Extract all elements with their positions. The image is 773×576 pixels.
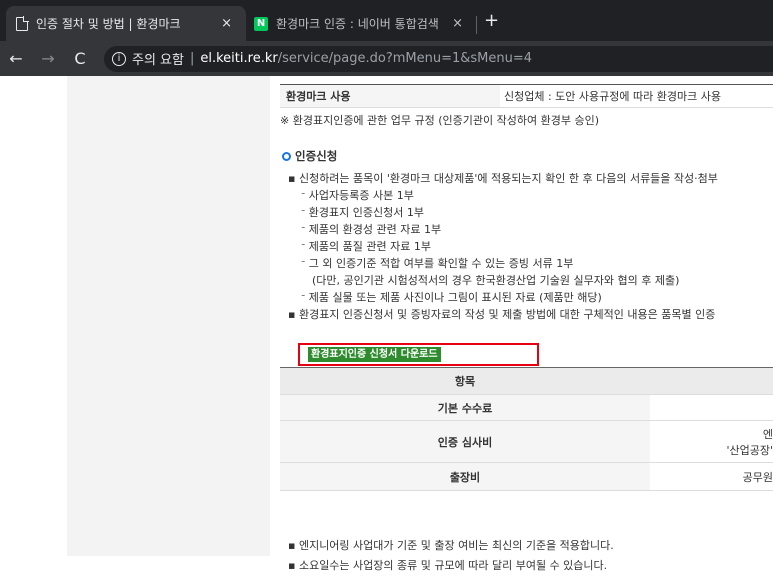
list-item: ᐨ 사업자등록증 사본 1부 bbox=[301, 189, 414, 202]
info-icon[interactable]: i bbox=[112, 51, 126, 66]
usage-row: 환경마크 사용 신청업체 : 도안 사용규정에 따라 환경마크 사용 bbox=[280, 84, 773, 108]
regulation-note: ※ 환경표지인증에 관한 업무 규정 (인증기관이 작성하여 환경부 승인) bbox=[280, 114, 600, 127]
row-value bbox=[650, 395, 773, 420]
left-gutter bbox=[0, 76, 67, 556]
list-item: ᐨ 환경표지 인증신청서 1부 bbox=[301, 206, 424, 219]
security-warning: 주의 요함 bbox=[132, 53, 184, 68]
row-value: 엔 '산업공장' bbox=[650, 421, 773, 462]
list-item: ▪ 신청하려는 품목이 '환경마크 대상제품'에 적용되는지 확인 한 후 다음… bbox=[288, 172, 718, 185]
list-item: ᐨ 그 외 인증기준 적합 여부를 확인할 수 있는 증빙 서류 1부 bbox=[301, 257, 574, 270]
tab-certification-procedure[interactable]: 인증 절차 및 방법 | 환경마크 × bbox=[6, 6, 246, 41]
list-item: ▪ 환경표지 인증신청서 및 증빙자료의 작성 및 제출 방법에 대한 구체적인… bbox=[288, 308, 716, 321]
page-content: 환경마크 사용 신청업체 : 도안 사용규정에 따라 환경마크 사용 ※ 환경표… bbox=[0, 76, 773, 572]
application-steps: ▪ 신청하려는 품목이 '환경마크 대상제품'에 적용되는지 확인 한 후 다음… bbox=[288, 170, 773, 323]
tab-title: 환경마크 인증 : 네이버 통합검색 bbox=[276, 17, 439, 31]
close-tab-icon[interactable]: × bbox=[221, 16, 232, 31]
address-separator: | bbox=[189, 51, 195, 66]
column-header-item: 항목 bbox=[280, 368, 650, 394]
row-value-line: 공무원 bbox=[742, 470, 773, 484]
tab-divider bbox=[476, 16, 477, 34]
naver-icon: N bbox=[254, 16, 268, 31]
download-highlight-box: 환경표지인증 신청서 다운로드 bbox=[298, 343, 539, 366]
section-title: 인증신청 bbox=[282, 148, 337, 164]
browser-toolbar: ← → C i 주의 요함 | el.keiti.re.kr /service/… bbox=[0, 41, 773, 76]
footnote-list: ▪ 엔지니어링 사업대가 기준 및 출장 여비는 최신의 기준을 적용합니다. … bbox=[288, 536, 773, 576]
fee-table: 항목 기본 수수료 인증 심사비 엔 '산업공장' 출장비 공무원 bbox=[280, 367, 773, 491]
table-row: 기본 수수료 bbox=[280, 395, 773, 421]
row-label: 기본 수수료 bbox=[280, 395, 650, 420]
table-header-row: 항목 bbox=[280, 367, 773, 395]
list-item: ᐨ 제품의 환경성 관련 자료 1부 bbox=[301, 223, 442, 236]
list-item: (다만, 공인기관 시험성적서의 경우 한국환경산업 기술원 실무자와 협의 후… bbox=[312, 274, 680, 287]
download-application-button[interactable]: 환경표지인증 신청서 다운로드 bbox=[308, 347, 441, 362]
row-label: 출장비 bbox=[280, 463, 650, 490]
list-item: ᐨ 제품 실물 또는 제품 사진이나 그림이 표시된 자료 (제품만 해당) bbox=[301, 291, 602, 304]
footnote-item: ▪ 소요일수는 사업장의 종류 및 규모에 따라 달리 부여될 수 있습니다. bbox=[288, 559, 608, 572]
left-sidebar bbox=[67, 76, 270, 556]
forward-button[interactable]: → bbox=[38, 49, 58, 68]
row-value-line: 엔 bbox=[762, 427, 773, 441]
section-title-text: 인증신청 bbox=[295, 149, 338, 163]
address-bar[interactable]: i 주의 요함 | el.keiti.re.kr /service/page.d… bbox=[104, 45, 773, 72]
usage-value: 신청업체 : 도안 사용규정에 따라 환경마크 사용 bbox=[504, 90, 721, 103]
reload-button[interactable]: C bbox=[70, 49, 90, 68]
table-row: 출장비 공무원 bbox=[280, 463, 773, 491]
url-host: el.keiti.re.kr bbox=[200, 51, 278, 66]
column-header-value bbox=[650, 368, 773, 394]
table-row: 인증 심사비 엔 '산업공장' bbox=[280, 421, 773, 463]
tab-naver-search[interactable]: N 환경마크 인증 : 네이버 통합검색 × bbox=[246, 6, 471, 41]
row-value-line: '산업공장' bbox=[726, 443, 773, 457]
usage-header: 환경마크 사용 bbox=[280, 85, 500, 107]
back-button[interactable]: ← bbox=[6, 49, 26, 68]
tab-title: 인증 절차 및 방법 | 환경마크 bbox=[36, 17, 181, 31]
close-tab-icon[interactable]: × bbox=[452, 16, 463, 31]
list-item: ᐨ 제품의 품질 관련 자료 1부 bbox=[301, 240, 431, 253]
url-path: /service/page.do?mMenu=1&sMenu=4 bbox=[277, 51, 533, 66]
document-icon bbox=[16, 15, 29, 31]
new-tab-button[interactable]: + bbox=[484, 10, 499, 31]
circle-bullet-icon bbox=[282, 151, 291, 161]
row-value: 공무원 bbox=[650, 463, 773, 490]
tab-strip: 인증 절차 및 방법 | 환경마크 × N 환경마크 인증 : 네이버 통합검색… bbox=[0, 0, 773, 41]
row-label: 인증 심사비 bbox=[280, 421, 650, 462]
footnote-item: ▪ 엔지니어링 사업대가 기준 및 출장 여비는 최신의 기준을 적용합니다. bbox=[288, 539, 614, 552]
